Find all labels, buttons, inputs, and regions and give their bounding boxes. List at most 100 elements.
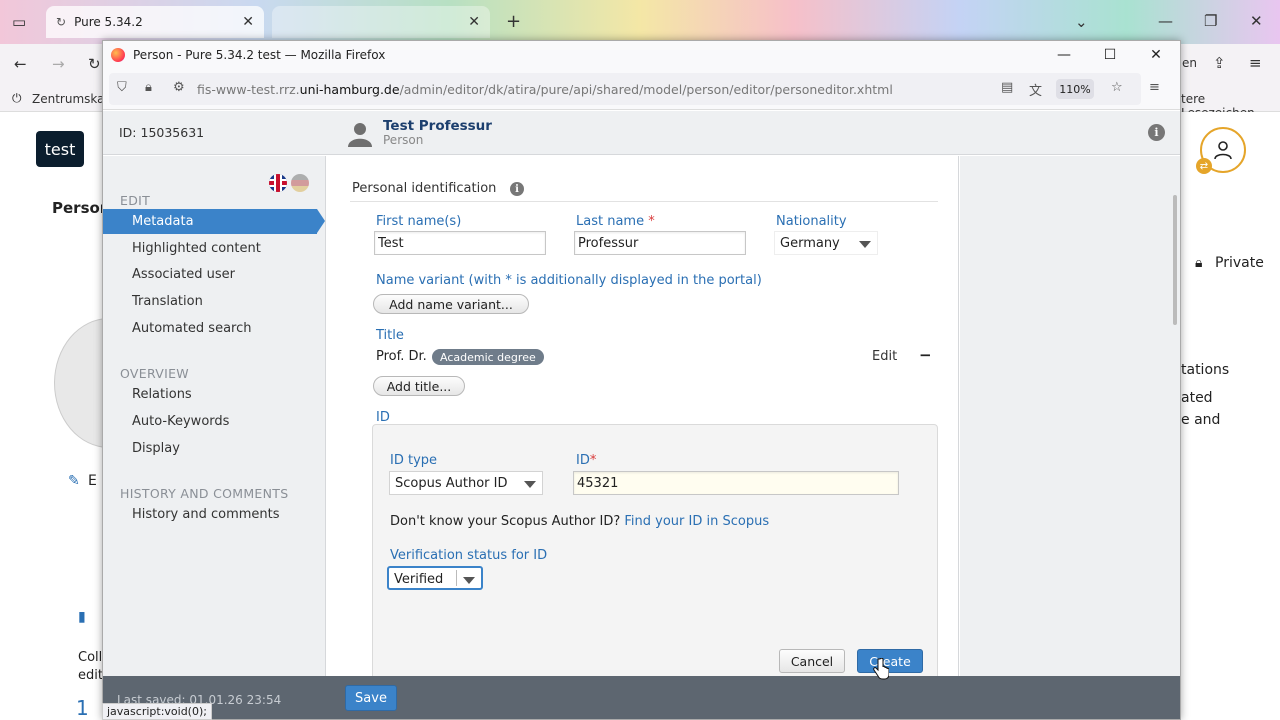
restore-icon[interactable]: ❐ [1204,12,1217,30]
firefox-popup-window: Person - Pure 5.34.2 test — Mozilla Fire… [102,40,1181,720]
required-mark: * [648,214,655,229]
window-titlebar: Person - Pure 5.34.2 test — Mozilla Fire… [103,41,1180,69]
outer-coll-text: Coll [78,650,103,665]
minimize-icon[interactable]: — [1041,41,1087,69]
name-variant-label: Name variant (with * is additionally dis… [376,273,762,288]
id-type-select[interactable]: Scopus Author ID [389,471,543,495]
share-icon[interactable]: ⇪ [1213,54,1226,72]
url-text[interactable]: fis-www-test.rrz.uni-hamburg.de/admin/ed… [197,82,893,97]
pencil-icon[interactable]: ✎ [68,473,80,489]
forward-icon[interactable]: → [52,55,65,73]
outer-right-text-3: e and [1181,412,1221,428]
save-button[interactable]: Save [345,685,397,711]
german-flag-icon[interactable] [291,174,309,192]
content-type: Person [383,133,424,147]
book-icon: ▮ [78,609,86,625]
close-tab-icon[interactable]: ✕ [242,14,254,30]
reader-view-icon[interactable]: ▤ [1001,80,1013,95]
sidebar-item-automated-search[interactable]: Automated search [103,316,325,341]
editor-content: ID: 15035631 Test Professur Person i EDI… [103,111,1180,719]
url-prefix: fis-www-test.rrz. [197,82,300,97]
section-divider [350,201,938,202]
id-section-label: ID [376,410,390,425]
outer-right-text-2: ated [1181,390,1213,406]
scrollbar[interactable] [1173,195,1177,325]
add-name-variant-button[interactable]: Add name variant... [373,294,529,314]
person-icon [348,123,372,147]
outer-en-text: en [1182,56,1197,70]
hand-cursor-icon [873,658,889,680]
chevron-down-icon[interactable]: ⌄ [1075,13,1088,31]
nationality-select[interactable]: Germany [774,231,878,255]
private-label: Private [1215,255,1264,271]
id-input[interactable] [573,471,899,495]
translate-icon[interactable]: 文 [1029,80,1042,99]
sidebar-item-translation[interactable]: Translation [103,289,325,314]
academic-degree-badge: Academic degree [432,349,544,365]
record-id: ID: 15035631 [119,125,205,140]
window-title: Person - Pure 5.34.2 test — Mozilla Fire… [133,48,386,62]
outer-tab-2[interactable]: ✕ [272,6,490,38]
find-scopus-id-link[interactable]: Find your ID in Scopus [624,514,769,529]
first-name-input[interactable] [374,231,546,255]
scopus-question: Don't know your Scopus Author ID? [390,514,621,529]
editor-header: ID: 15035631 Test Professur Person i [103,111,1180,155]
scopus-help-text: Don't know your Scopus Author ID? Find y… [390,514,769,529]
remove-title-button[interactable]: − [919,346,932,364]
back-icon[interactable]: ← [14,55,27,73]
lock-icon[interactable]: 🔒︎ [145,80,152,95]
sidebar-item-relations[interactable]: Relations [103,382,325,407]
firefox-icon [111,48,125,62]
menu-icon[interactable]: ≡ [1149,80,1160,95]
outer-edit-partial: E [88,473,97,489]
edit-title-link[interactable]: Edit [872,349,897,364]
sidebar-item-display[interactable]: Display [103,436,325,461]
chevron-down-icon [524,481,536,488]
maximize-icon[interactable]: ☐ [1087,41,1133,69]
create-button[interactable]: Create [857,649,923,673]
url-domain: uni-hamburg.de [299,82,400,97]
bookmark-star-icon[interactable]: ☆ [1111,80,1123,95]
uk-flag-icon[interactable] [269,174,287,192]
close-window-icon[interactable]: ✕ [1133,41,1179,69]
switch-icon[interactable]: ⇄ [1196,158,1212,174]
sidebar-item-history-comments[interactable]: History and comments [103,502,325,527]
outer-tab-title: Pure 5.34.2 [74,15,143,29]
shield-icon[interactable]: ⛉ [117,80,127,95]
status-tooltip: javascript:void(0); [102,703,212,720]
last-name-input[interactable] [574,231,746,255]
verification-select[interactable]: Verified [387,566,483,590]
outer-tab-pure[interactable]: ↻ Pure 5.34.2 ✕ [46,6,264,38]
sidebar-item-highlighted-content[interactable]: Highlighted content [103,236,325,261]
verification-label: Verification status for ID [390,548,548,563]
outer-edit-text: edit [78,668,103,683]
help-icon[interactable]: i [510,182,524,196]
first-name-label: First name(s) [376,214,462,229]
sidebar-item-metadata[interactable]: Metadata [103,209,325,234]
url-bar: ⛉ 🔒︎ ⚙ fis-www-test.rrz.uni-hamburg.de/a… [103,69,1180,110]
bookmark-zentrum[interactable]: Zentrumskan [32,92,112,106]
close-tab-icon[interactable]: ✕ [468,14,480,30]
tab-list-icon[interactable]: ▭ [12,13,26,31]
cancel-button[interactable]: Cancel [779,649,845,673]
close-window-icon[interactable]: ✕ [1250,12,1263,30]
info-icon[interactable]: i [1148,124,1165,141]
reload-icon[interactable]: ↻ [88,55,101,73]
sidebar-item-associated-user[interactable]: Associated user [103,262,325,287]
section-title: Personal identification [352,181,497,196]
permissions-icon[interactable]: ⚙ [173,80,185,95]
outer-one-text: 1 [76,696,89,720]
sidebar-item-auto-keywords[interactable]: Auto-Keywords [103,409,325,434]
section-edit: EDIT [120,193,151,208]
zoom-level[interactable]: 110% [1056,79,1094,99]
test-badge: test [36,131,84,167]
id-type-label: ID type [390,453,438,468]
url-path: /admin/editor/dk/atira/pure/api/shared/m… [399,82,893,97]
chevron-down-icon [859,241,871,248]
add-title-button[interactable]: Add title... [373,376,465,396]
required-mark: * [589,453,597,468]
menu-icon[interactable]: ≡ [1249,54,1262,72]
new-tab-icon[interactable]: + [506,11,521,32]
id-type-value: Scopus Author ID [395,476,508,491]
minimize-icon[interactable]: — [1158,12,1173,30]
